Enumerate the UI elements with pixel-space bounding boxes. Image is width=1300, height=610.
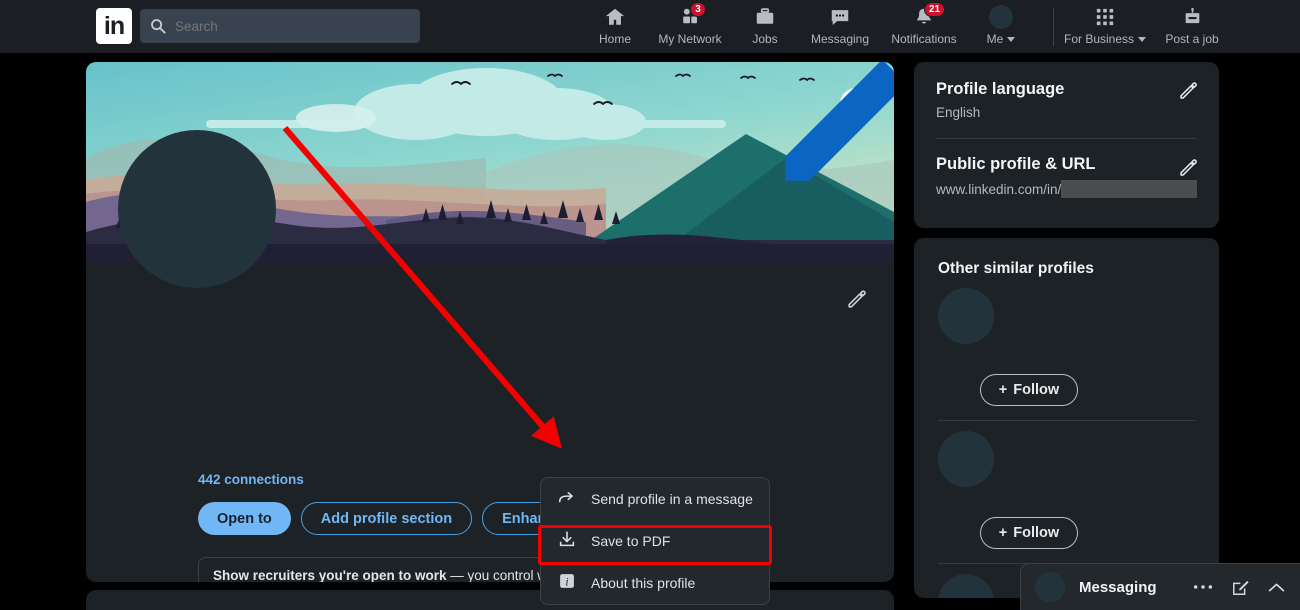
home-icon xyxy=(604,6,626,28)
share-arrow-icon xyxy=(557,487,577,512)
message-bubble-icon xyxy=(829,6,851,28)
pencil-icon xyxy=(452,62,894,205)
follow-label: Follow xyxy=(1013,382,1060,398)
redacted-url-block xyxy=(1061,180,1197,198)
similar-profile-name xyxy=(938,350,1219,366)
post-job-icon xyxy=(1182,6,1203,28)
briefcase-icon xyxy=(754,6,776,28)
compose-icon[interactable] xyxy=(1231,578,1250,597)
nav-item-messaging[interactable]: Messaging xyxy=(798,0,882,53)
menu-item-save-to-pdf[interactable]: Save to PDF xyxy=(541,520,769,562)
similar-profile-item: + Follow xyxy=(914,288,1219,406)
nav-label-jobs: Jobs xyxy=(752,32,778,46)
svg-text:i: i xyxy=(565,574,568,588)
avatar-icon xyxy=(989,5,1013,29)
menu-item-about-this-profile[interactable]: i About this profile xyxy=(541,562,769,604)
nav-label-me: Me xyxy=(987,32,1016,46)
pencil-icon xyxy=(1178,159,1199,182)
linkedin-logo-icon[interactable]: in xyxy=(96,8,132,44)
plus-icon: + xyxy=(998,525,1008,541)
nav-business-group: For Business Post a job xyxy=(1060,0,1234,53)
profile-photo[interactable] xyxy=(118,130,276,288)
profile-language-title: Profile language xyxy=(936,80,1065,98)
download-icon xyxy=(557,529,577,554)
search-icon xyxy=(150,18,166,34)
ellipsis-icon[interactable] xyxy=(1192,583,1214,591)
edit-public-url-button[interactable] xyxy=(1178,157,1199,183)
avatar[interactable] xyxy=(1035,572,1065,602)
linkedin-profile-page: in Home 3 My Network xyxy=(0,0,1300,610)
menu-label-send-profile: Send profile in a message xyxy=(591,491,753,507)
nav-item-my-network[interactable]: 3 My Network xyxy=(648,0,732,53)
nav-item-notifications[interactable]: 21 Notifications xyxy=(882,0,966,53)
menu-label-about-this-profile: About this profile xyxy=(591,575,696,591)
open-to-button[interactable]: Open to xyxy=(198,502,291,535)
follow-button[interactable]: + Follow xyxy=(980,374,1078,406)
more-dropdown-menu: Send profile in a message Save to PDF i … xyxy=(540,477,770,605)
plus-icon: + xyxy=(998,382,1008,398)
profile-language-section: Profile language English xyxy=(914,62,1219,120)
search-field[interactable] xyxy=(175,18,410,34)
messaging-title: Messaging xyxy=(1079,578,1157,596)
top-navigation-bar: in Home 3 My Network xyxy=(0,0,1300,53)
messaging-bar[interactable]: Messaging xyxy=(1020,563,1300,610)
for-business-text: For Business xyxy=(1063,32,1135,46)
chevron-up-icon[interactable] xyxy=(1267,581,1286,594)
nav-label-home: Home xyxy=(598,32,631,46)
similar-profile-item: + Follow xyxy=(914,431,1219,549)
chevron-down-icon xyxy=(1138,37,1147,43)
public-profile-url-row: www.linkedin.com/in/ xyxy=(936,180,1197,198)
public-profile-url-section: Public profile & URL www.linkedin.com/in… xyxy=(914,139,1219,198)
edit-profile-language-button[interactable] xyxy=(1178,80,1199,106)
similar-profiles-title: Other similar profiles xyxy=(938,260,1094,277)
follow-button[interactable]: + Follow xyxy=(980,517,1078,549)
info-icon: i xyxy=(557,571,577,596)
recruiter-banner-bold: Show recruiters you're open to work xyxy=(213,568,447,582)
nav-item-post-a-job[interactable]: Post a job xyxy=(1150,0,1234,53)
chevron-down-icon xyxy=(1007,37,1016,43)
bell-icon: 21 xyxy=(913,2,946,28)
nav-label-notifications: Notifications xyxy=(891,32,957,46)
grid-apps-icon xyxy=(1095,6,1115,28)
other-similar-profiles-card: Other similar profiles + Follow + Follow… xyxy=(914,238,1219,598)
badge-notifications: 21 xyxy=(924,2,946,17)
profile-language-card: Profile language English Public profile … xyxy=(914,62,1219,228)
nav-divider xyxy=(1053,8,1054,46)
avatar[interactable] xyxy=(938,574,994,598)
avatar[interactable] xyxy=(938,431,994,487)
nav-label-messaging: Messaging xyxy=(810,32,870,46)
nav-label-my-network: My Network xyxy=(658,32,722,46)
avatar[interactable] xyxy=(938,288,994,344)
nav-items-group: Home 3 My Network Jobs Messaging 21 Noti… xyxy=(582,0,1036,53)
public-profile-url-title: Public profile & URL xyxy=(936,155,1096,173)
nav-label-for-business: For Business xyxy=(1063,32,1147,46)
me-text: Me xyxy=(986,32,1004,46)
card-divider xyxy=(938,420,1195,421)
nav-item-jobs[interactable]: Jobs xyxy=(732,0,798,53)
edit-profile-button[interactable] xyxy=(846,288,868,315)
profile-card: 442 connections Open to Add profile sect… xyxy=(86,62,894,582)
nav-item-me[interactable]: Me xyxy=(966,0,1036,53)
menu-label-save-to-pdf: Save to PDF xyxy=(591,533,671,549)
profile-language-value: English xyxy=(936,105,981,120)
nav-item-for-business[interactable]: For Business xyxy=(1060,0,1150,53)
public-profile-url-value: www.linkedin.com/in/ xyxy=(936,181,1062,197)
similar-profile-name xyxy=(938,493,1219,509)
pencil-icon xyxy=(1178,82,1199,105)
nav-label-post-a-job: Post a job xyxy=(1165,32,1219,46)
next-profile-section-card xyxy=(86,590,894,610)
people-icon: 3 xyxy=(679,2,706,28)
nav-item-home[interactable]: Home xyxy=(582,0,648,53)
add-profile-section-button[interactable]: Add profile section xyxy=(300,502,473,535)
menu-item-send-profile[interactable]: Send profile in a message xyxy=(541,478,769,520)
messaging-actions xyxy=(1192,578,1286,597)
connections-count[interactable]: 442 connections xyxy=(198,472,304,487)
follow-label: Follow xyxy=(1013,525,1060,541)
badge-my-network: 3 xyxy=(690,2,706,17)
pencil-icon xyxy=(846,290,868,314)
edit-banner-button[interactable] xyxy=(785,62,894,181)
search-input[interactable] xyxy=(140,9,420,43)
